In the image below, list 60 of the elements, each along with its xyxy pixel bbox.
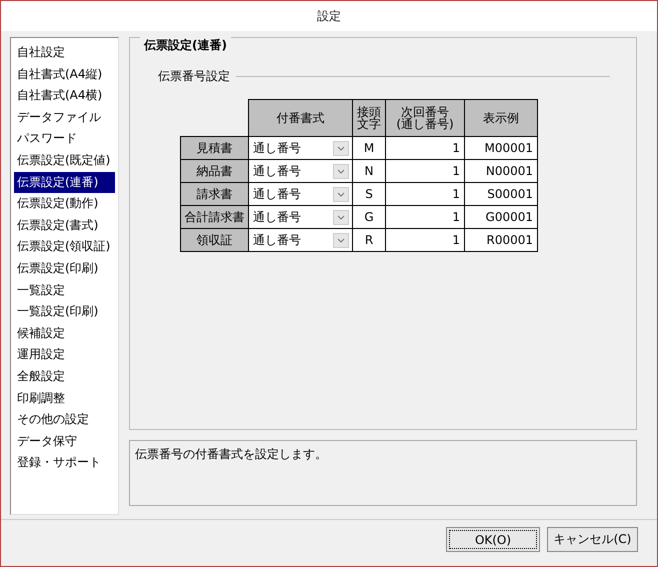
format-dropdown[interactable]: 通し番号 — [248, 136, 352, 160]
prefix-cell[interactable]: G — [352, 206, 386, 228]
column-header: 次回番号 (通し番号) — [386, 100, 464, 136]
cancel-button[interactable]: キャンセル(C) — [547, 527, 638, 552]
ok-button[interactable]: OK(O) — [446, 527, 540, 552]
format-dropdown[interactable]: 通し番号 — [248, 182, 352, 206]
row-header: 合計請求書 — [180, 206, 248, 228]
dropdown-caret-icon — [333, 140, 349, 156]
next-number-cell[interactable]: 1 — [386, 136, 464, 160]
row-header: 見積書 — [180, 136, 248, 160]
sidebar-item[interactable]: 伝票設定(動作) — [14, 193, 115, 215]
sidebar-item[interactable]: 候補設定 — [14, 322, 115, 344]
sidebar-item[interactable]: 自社書式(A4縦) — [14, 64, 115, 86]
next-number-cell[interactable]: 1 — [386, 182, 464, 206]
column-header: 付番書式 — [248, 100, 352, 136]
dropdown-caret-icon — [333, 210, 349, 224]
prefix-cell[interactable]: N — [352, 160, 386, 182]
sidebar-item[interactable]: 印刷調整 — [14, 388, 115, 410]
sidebar-item[interactable]: 一覧設定 — [14, 280, 115, 302]
next-number-cell[interactable]: 1 — [386, 228, 464, 252]
format-dropdown[interactable]: 通し番号 — [248, 228, 352, 252]
sidebar-item[interactable]: 伝票設定(印刷) — [14, 258, 115, 280]
sidebar-item[interactable]: 一覧設定(印刷) — [14, 301, 115, 323]
column-header: 接頭 文字 — [352, 100, 386, 136]
sidebar-item[interactable]: 運用設定 — [14, 344, 115, 366]
format-dropdown[interactable]: 通し番号 — [248, 206, 352, 228]
example-cell: N00001 — [464, 160, 538, 182]
example-cell: M00001 — [464, 136, 538, 160]
sidebar-item[interactable]: 伝票設定(領収証) — [14, 236, 115, 258]
sidebar-item[interactable]: パスワード — [14, 128, 115, 150]
sidebar-item[interactable]: その他の設定 — [14, 409, 115, 431]
sidebar-item[interactable]: データファイル — [14, 106, 115, 128]
sidebar-item[interactable]: 自社書式(A4横) — [14, 85, 115, 107]
next-number-cell[interactable]: 1 — [386, 160, 464, 182]
window-title: 設定 — [317, 8, 341, 24]
prefix-cell[interactable]: R — [352, 228, 386, 252]
group-title: 伝票設定(連番) — [140, 37, 231, 54]
description-text: 伝票番号の付番書式を設定します。 — [135, 447, 327, 461]
sidebar-item[interactable]: 登録・サポート — [14, 452, 115, 474]
row-header: 納品書 — [180, 160, 248, 182]
dropdown-caret-icon — [333, 232, 349, 248]
prefix-cell[interactable]: S — [352, 182, 386, 206]
example-cell: S00001 — [464, 182, 538, 206]
example-cell: G00001 — [464, 206, 538, 228]
prefix-cell[interactable]: M — [352, 136, 386, 160]
format-dropdown[interactable]: 通し番号 — [248, 160, 352, 182]
next-number-cell[interactable]: 1 — [386, 206, 464, 228]
row-header: 領収証 — [180, 228, 248, 252]
sidebar-item[interactable]: データ保守 — [14, 430, 115, 452]
dropdown-caret-icon — [333, 164, 349, 178]
row-header: 請求書 — [180, 182, 248, 206]
column-header: 表示例 — [464, 100, 538, 136]
section-title: 伝票番号設定 — [158, 68, 230, 85]
dropdown-caret-icon — [333, 186, 349, 202]
example-cell: R00001 — [464, 228, 538, 252]
sidebar-item[interactable]: 伝票設定(連番) — [14, 172, 115, 194]
sidebar-item[interactable]: 伝票設定(書式) — [14, 214, 115, 236]
sidebar-item[interactable]: 伝票設定(既定値) — [14, 150, 115, 172]
sidebar-item[interactable]: 全般設定 — [14, 366, 115, 388]
sidebar-item[interactable]: 自社設定 — [14, 42, 115, 64]
